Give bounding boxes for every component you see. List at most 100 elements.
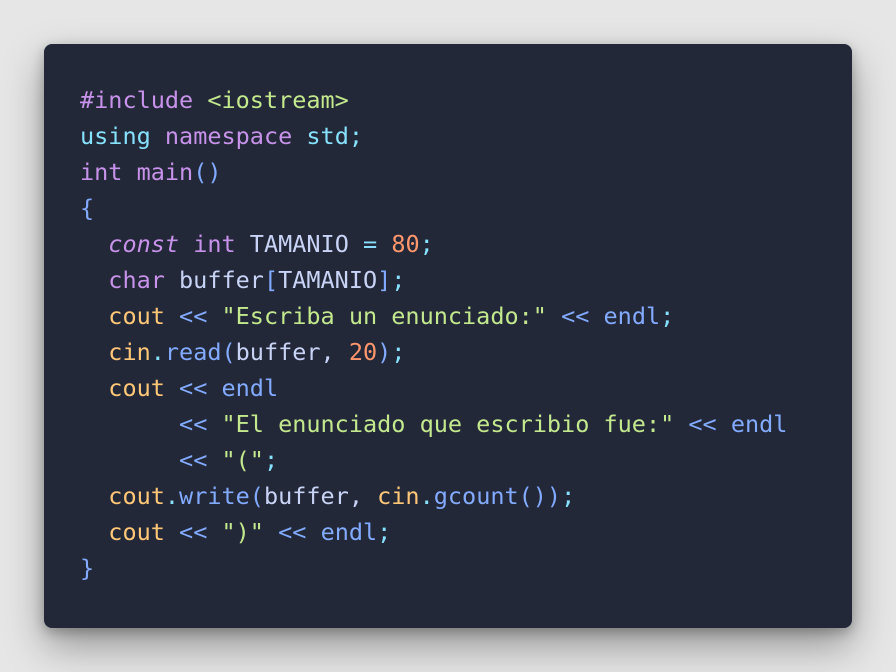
code-token: read (164, 338, 222, 366)
code-token: 80 (391, 230, 420, 258)
code-token: ; (263, 446, 279, 474)
code-token: write (179, 482, 250, 510)
code-token: ; (391, 266, 406, 294)
code-token: TAMANIO (235, 230, 363, 258)
code-token: ()) (518, 482, 562, 510)
code-token: << (278, 518, 307, 546)
code-line: << "El enunciado que escribio fue:" << e… (80, 406, 787, 442)
code-token: <iostream> (207, 86, 349, 114)
code-line: cout << ")" << endl; (80, 514, 787, 550)
code-line: cout.write(buffer, cin.gcount()); (80, 478, 787, 514)
code-token: cin (108, 338, 151, 366)
code-token: char (108, 266, 165, 294)
code-token: cout (108, 482, 165, 510)
code-token: << (561, 302, 590, 330)
code-line: int main() (80, 154, 787, 190)
code-token: ( (221, 338, 236, 366)
code-token: cout (108, 374, 165, 402)
code-token: endl (730, 410, 788, 438)
code-token: . (164, 482, 180, 510)
code-token: << (688, 410, 717, 438)
code-token: ] (377, 266, 392, 294)
code-line: cout << endl (80, 370, 787, 406)
code-token: 20 (348, 338, 378, 366)
code-token: gcount (433, 482, 519, 510)
code-token: "Escriba un enunciado:" (221, 302, 547, 330)
code-token: buffer (235, 338, 321, 366)
code-token: int (193, 230, 236, 258)
code-line: #include <iostream> (80, 82, 787, 118)
code-token: << (179, 302, 208, 330)
code-token: std (306, 122, 349, 150)
code-token: [ (263, 266, 279, 294)
code-token: << (179, 374, 208, 402)
code-token: { (80, 194, 95, 222)
code-token: << (179, 446, 208, 474)
code-line: } (80, 550, 787, 586)
code-token: const (108, 230, 180, 258)
code-token: cout (108, 518, 165, 546)
code-line: << "("; (80, 442, 787, 478)
code-token: cin (377, 482, 420, 510)
code-token: using (80, 122, 151, 150)
code-token: ; (419, 230, 434, 258)
code-token: "(" (221, 446, 264, 474)
code-snippet-window: #include <iostream> using namespace std; i… (44, 44, 852, 628)
code-token: cout (108, 302, 165, 330)
code-line: cout << "Escriba un enunciado:" << endl; (80, 298, 787, 334)
code-token: ; (561, 482, 576, 510)
code-token: ; (660, 302, 675, 330)
code-token: , (320, 338, 349, 366)
code-line: const int TAMANIO = 80; (80, 226, 787, 262)
code-line: { (80, 190, 787, 226)
code-token: ) (377, 338, 392, 366)
code-block: #include <iostream> using namespace std; i… (80, 82, 787, 586)
code-line: using namespace std; (80, 118, 787, 154)
code-token: } (80, 554, 95, 582)
code-token: int (80, 158, 123, 186)
code-token: endl (603, 302, 661, 330)
code-token: , (348, 482, 378, 510)
code-token: endl (320, 518, 378, 546)
code-token: . (150, 338, 165, 366)
code-token: << (179, 410, 208, 438)
code-token: buffer (263, 482, 349, 510)
code-token: () (193, 158, 222, 186)
code-token: buffer (164, 266, 264, 294)
code-token: #include (80, 86, 194, 114)
code-token: main (136, 158, 194, 186)
code-line: char buffer[TAMANIO]; (80, 262, 787, 298)
code-token: ; (377, 518, 392, 546)
code-token: ; (348, 122, 364, 150)
code-token: endl (221, 374, 279, 402)
code-token: . (419, 482, 434, 510)
code-token: = (363, 230, 378, 258)
code-line: cin.read(buffer, 20); (80, 334, 787, 370)
